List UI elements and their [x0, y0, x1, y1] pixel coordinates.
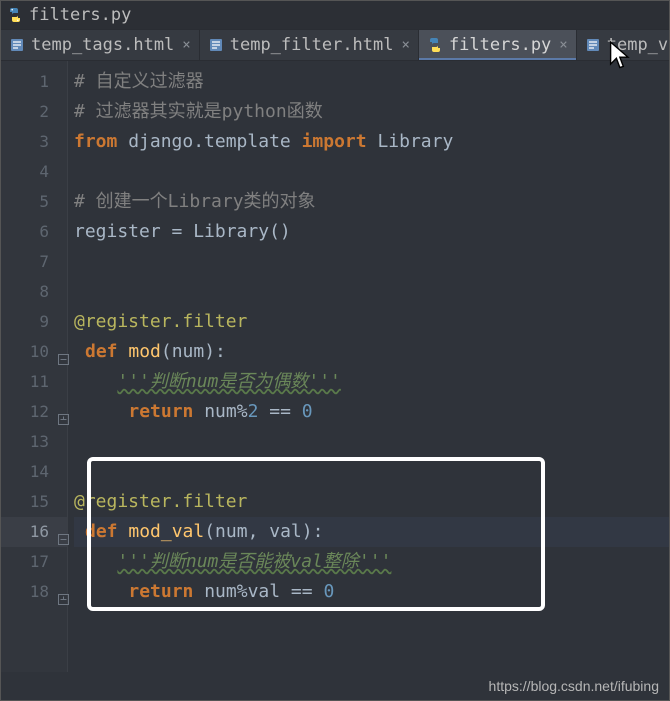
code-line[interactable]: return num%val == 0	[74, 577, 669, 607]
line-number: 14	[1, 457, 67, 487]
code-line[interactable]: return num%2 == 0	[74, 397, 669, 427]
fold-icon[interactable]	[58, 529, 69, 550]
tab-temp_tags-html[interactable]: temp_tags.html ×	[1, 30, 200, 60]
tab-filters-py[interactable]: filters.py ×	[419, 30, 577, 60]
code-line[interactable]	[74, 157, 669, 187]
line-number: 6	[1, 217, 67, 247]
close-icon[interactable]: ×	[182, 37, 190, 53]
tab-label: filters.py	[449, 35, 551, 55]
code-line[interactable]: '''判断num是否能被val整除'''	[74, 547, 669, 577]
html-file-icon	[9, 37, 25, 53]
code-line[interactable]	[74, 277, 669, 307]
line-number: 17	[1, 547, 67, 577]
code-line[interactable]: '''判断num是否为偶数'''	[74, 367, 669, 397]
close-icon[interactable]: ×	[402, 37, 410, 53]
line-number: 11	[1, 367, 67, 397]
fold-icon[interactable]	[58, 349, 69, 370]
html-file-icon	[585, 37, 601, 53]
file-titlebar: filters.py	[1, 1, 669, 30]
close-icon[interactable]: ×	[559, 37, 567, 53]
tab-label: temp_filter.html	[230, 35, 394, 55]
line-number: 5	[1, 187, 67, 217]
ide-window: filters.py temp_tags.html×temp_filter.ht…	[0, 0, 670, 701]
code-editor[interactable]: 123456789101112131415161718 # 自定义过滤器# 过滤…	[1, 61, 669, 672]
line-number: 7	[1, 247, 67, 277]
line-number: 3	[1, 127, 67, 157]
html-file-icon	[208, 37, 224, 53]
code-line[interactable]: from django.template import Library	[74, 127, 669, 157]
python-file-icon	[7, 7, 23, 23]
line-number: 4	[1, 157, 67, 187]
code-line[interactable]: def mod_val(num, val):	[74, 517, 669, 547]
python-file-icon	[427, 37, 443, 53]
tab-label: temp_tags.html	[31, 35, 174, 55]
code-line[interactable]: def mod(num):	[74, 337, 669, 367]
line-number: 1	[1, 67, 67, 97]
code-line[interactable]: # 过滤器其实就是python函数	[74, 97, 669, 127]
code-area[interactable]: # 自定义过滤器# 过滤器其实就是python函数from django.tem…	[68, 61, 669, 672]
code-line[interactable]	[74, 427, 669, 457]
file-title: filters.py	[29, 5, 131, 25]
code-line[interactable]	[74, 247, 669, 277]
code-line[interactable]: # 创建一个Library类的对象	[74, 187, 669, 217]
line-number: 15	[1, 487, 67, 517]
code-line[interactable]: @register.filter	[74, 307, 669, 337]
code-line[interactable]	[74, 457, 669, 487]
line-number: 8	[1, 277, 67, 307]
tab-temp_var-ht[interactable]: temp_var.ht×	[577, 30, 669, 60]
code-line[interactable]: register = Library()	[74, 217, 669, 247]
code-line[interactable]: @register.filter	[74, 487, 669, 517]
tab-temp_filter-html[interactable]: temp_filter.html ×	[200, 30, 419, 60]
fold-icon[interactable]	[58, 409, 69, 430]
line-number: 9	[1, 307, 67, 337]
fold-icon[interactable]	[58, 589, 69, 610]
line-number: 2	[1, 97, 67, 127]
tab-label: temp_var.ht	[607, 35, 669, 55]
editor-tabs: temp_tags.html×temp_filter.html×filters.…	[1, 30, 669, 61]
code-line[interactable]: # 自定义过滤器	[74, 67, 669, 97]
line-number: 13	[1, 427, 67, 457]
watermark-text: https://blog.csdn.net/ifubing	[489, 678, 659, 694]
